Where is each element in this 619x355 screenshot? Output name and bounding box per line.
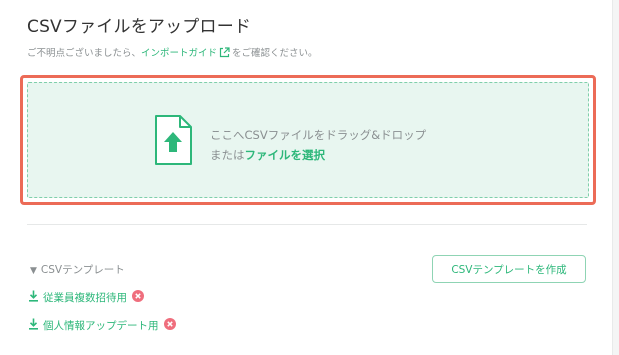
csv-template-toggle[interactable]: ▼ CSVテンプレート	[30, 262, 125, 277]
dropzone-instruction: ここへCSVファイルをドラッグ&ドロップ	[210, 128, 427, 142]
delete-icon[interactable]	[132, 290, 144, 305]
section-divider	[27, 224, 587, 225]
dropzone-or-text: または	[210, 148, 245, 162]
help-note: ご不明点ございましたら、インポートガイド をご確認ください。	[27, 45, 318, 61]
template-item: 従業員複数招待用	[28, 290, 144, 305]
help-note-prefix: ご不明点ございましたら、	[27, 48, 142, 59]
caret-down-icon: ▼	[30, 266, 37, 276]
template-item: 個人情報アップデート用	[28, 318, 176, 333]
dropzone-text: ここへCSVファイルをドラッグ&ドロップ またはファイルを選択	[210, 125, 426, 165]
csv-dropzone[interactable]: ここへCSVファイルをドラッグ&ドロップ またはファイルを選択	[27, 82, 589, 198]
template-link-employee-invite[interactable]: 従業員複数招待用	[43, 290, 127, 305]
page-title: CSVファイルをアップロード	[27, 17, 252, 37]
import-guide-link[interactable]: インポートガイド	[141, 48, 217, 59]
upload-card: CSVファイルをアップロード ご不明点ございましたら、インポートガイド をご確認く…	[0, 0, 613, 355]
delete-icon[interactable]	[163, 318, 176, 333]
dropzone-highlight: ここへCSVファイルをドラッグ&ドロップ またはファイルを選択	[20, 75, 596, 205]
dropzone-select-line: またはファイルを選択	[210, 145, 426, 165]
file-upload-icon	[153, 114, 193, 170]
download-icon[interactable]	[28, 318, 39, 333]
template-link-personal-info-update[interactable]: 個人情報アップデート用	[43, 318, 159, 333]
download-icon[interactable]	[28, 290, 39, 305]
create-csv-template-button[interactable]: CSVテンプレートを作成	[432, 255, 586, 283]
csv-template-toggle-label: CSVテンプレート	[40, 264, 125, 276]
select-file-link[interactable]: ファイルを選択	[245, 148, 326, 162]
help-note-suffix: をご確認ください。	[232, 48, 318, 59]
external-link-icon[interactable]	[219, 47, 230, 61]
